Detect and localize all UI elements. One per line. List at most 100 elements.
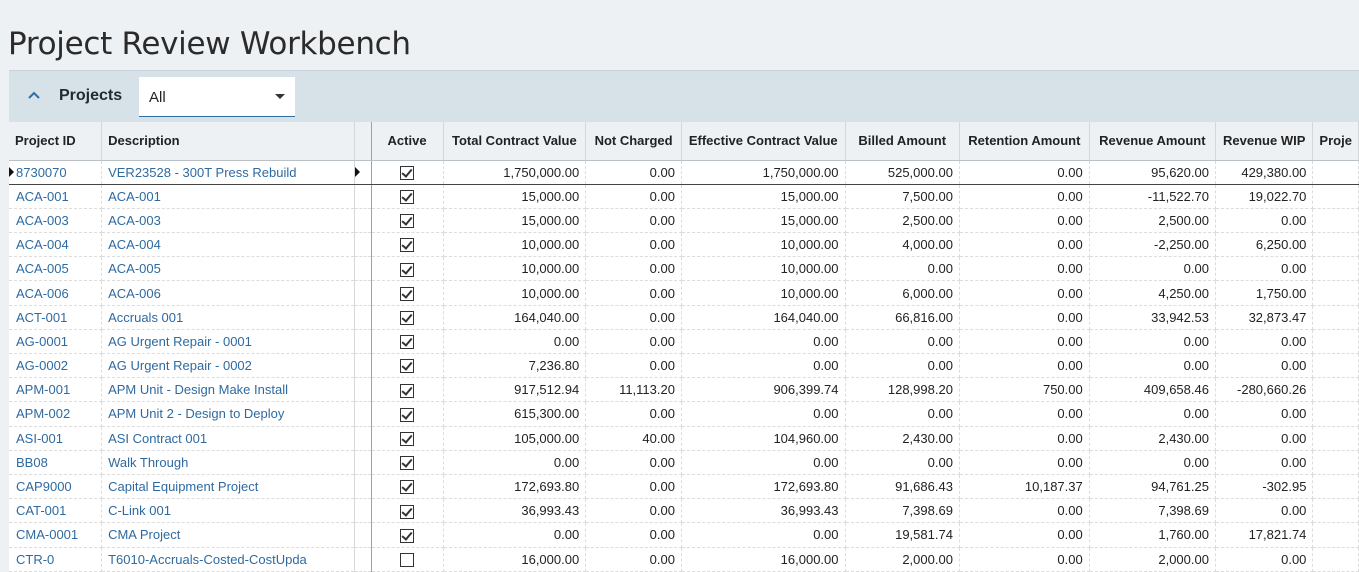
col-header-total-contract-value[interactable]: Total Contract Value <box>443 122 587 161</box>
project-filter-select[interactable]: All <box>139 77 295 117</box>
active-cell <box>371 426 444 451</box>
table-row[interactable]: ACA-005 ACA-005 10,000.00 0.00 10,000.00 0.00… <box>9 256 1359 282</box>
table-row[interactable]: CAP9000 Capital Equipment Project 172,693.… <box>9 474 1359 500</box>
retention-amount-cell: 0.00 <box>959 498 1090 524</box>
frozen-separator-cell <box>353 474 372 500</box>
total-contract-value-cell: 0.00 <box>443 450 587 475</box>
active-checkbox[interactable] <box>400 311 415 325</box>
active-checkbox[interactable] <box>400 286 415 301</box>
project-id-link[interactable]: ACA-001 <box>9 184 103 209</box>
table-row[interactable]: 8730070 VER23528 - 300T Press Rebuild 1,75… <box>9 159 1359 185</box>
project-id-link[interactable]: AG-0001 <box>9 329 103 355</box>
table-row[interactable]: BB08 Walk Through 0.00 0.00 0.00 0.00 0.00 0.00… <box>9 450 1359 475</box>
revenue-amount-cell: 0.00 <box>1089 401 1216 427</box>
total-contract-value-cell: 0.00 <box>443 329 587 355</box>
description-link[interactable]: ACA-005 <box>101 256 355 282</box>
project-id-link[interactable]: 8730070 <box>9 159 103 185</box>
active-checkbox[interactable] <box>400 552 415 567</box>
not-charged-cell: 0.00 <box>585 450 682 475</box>
table-row[interactable]: ACT-001 Accruals 001 164,040.00 0.00 164,040… <box>9 305 1359 330</box>
table-row[interactable]: APM-002 APM Unit 2 - Design to Deploy 615,… <box>9 401 1359 427</box>
proje-cell <box>1312 184 1359 209</box>
project-id-link[interactable]: ASI-001 <box>9 426 103 451</box>
frozen-separator-cell <box>353 426 372 451</box>
col-header-revenue-wip[interactable]: Revenue WIP <box>1215 122 1314 161</box>
col-header-active[interactable]: Active <box>371 122 444 161</box>
col-header-project-id[interactable]: Project ID <box>9 122 103 161</box>
table-row[interactable]: ACA-001 ACA-001 15,000.00 0.00 15,000.00 7,50… <box>9 184 1359 209</box>
project-id-link[interactable]: BB08 <box>9 450 103 475</box>
col-header-revenue-amount[interactable]: Revenue Amount <box>1089 122 1216 161</box>
caret-down-icon <box>275 94 285 99</box>
active-checkbox[interactable] <box>400 165 415 180</box>
project-id-link[interactable]: CMA-0001 <box>9 522 103 548</box>
col-header-not-charged[interactable]: Not Charged <box>585 122 682 161</box>
active-checkbox[interactable] <box>400 214 415 229</box>
description-link[interactable]: VER23528 - 300T Press Rebuild <box>101 159 355 185</box>
col-header-effective-contract-value[interactable]: Effective Contract Value <box>681 122 846 161</box>
active-checkbox[interactable] <box>400 407 415 422</box>
effective-contract-value-cell: 0.00 <box>681 522 846 548</box>
description-link[interactable]: C-Link 001 <box>101 498 355 524</box>
active-cell <box>371 280 444 306</box>
col-header-retention-amount[interactable]: Retention Amount <box>959 122 1090 161</box>
table-row[interactable]: ASI-001 ASI Contract 001 105,000.00 40.00 10… <box>9 426 1359 451</box>
description-link[interactable]: ACA-003 <box>101 208 355 234</box>
active-cell <box>371 401 444 427</box>
description-link[interactable]: AG Urgent Repair - 0002 <box>101 353 355 379</box>
active-checkbox[interactable] <box>400 359 415 374</box>
description-link[interactable]: ACA-001 <box>101 184 355 209</box>
active-checkbox[interactable] <box>400 383 415 398</box>
project-id-link[interactable]: ACA-006 <box>9 280 103 306</box>
table-row[interactable]: ACA-003 ACA-003 15,000.00 0.00 15,000.00 2,50… <box>9 208 1359 234</box>
description-link[interactable]: ACA-004 <box>101 232 355 258</box>
active-checkbox[interactable] <box>400 238 415 253</box>
description-link[interactable]: T6010-Accruals-Costed-CostUpda <box>101 547 355 572</box>
description-link[interactable]: Accruals 001 <box>101 305 355 330</box>
active-checkbox[interactable] <box>400 262 415 277</box>
frozen-column-separator[interactable] <box>353 122 372 161</box>
table-row[interactable]: ACA-006 ACA-006 10,000.00 0.00 10,000.00 6,00… <box>9 280 1359 306</box>
description-link[interactable]: APM Unit 2 - Design to Deploy <box>101 401 355 427</box>
project-id-link[interactable]: CAT-001 <box>9 498 103 524</box>
table-row[interactable]: CTR-0 T6010-Accruals-Costed-CostUpda 16,00… <box>9 547 1359 572</box>
description-link[interactable]: AG Urgent Repair - 0001 <box>101 329 355 355</box>
revenue-amount-cell: 94,761.25 <box>1089 474 1216 500</box>
project-id-link[interactable]: ACA-003 <box>9 208 103 234</box>
active-checkbox[interactable] <box>400 431 415 446</box>
description-link[interactable]: Capital Equipment Project <box>101 474 355 500</box>
retention-amount-cell: 0.00 <box>959 450 1090 475</box>
col-header-billed-amount[interactable]: Billed Amount <box>845 122 960 161</box>
description-link[interactable]: ASI Contract 001 <box>101 426 355 451</box>
not-charged-cell: 0.00 <box>585 353 682 379</box>
col-header-description[interactable]: Description <box>101 122 355 161</box>
table-row[interactable]: AG-0002 AG Urgent Repair - 0002 7,236.80 0.… <box>9 353 1359 379</box>
project-id-link[interactable]: APM-001 <box>9 377 103 403</box>
description-link[interactable]: ACA-006 <box>101 280 355 306</box>
active-checkbox[interactable] <box>400 335 415 350</box>
revenue-amount-cell: 7,398.69 <box>1089 498 1216 524</box>
project-id-link[interactable]: APM-002 <box>9 401 103 427</box>
active-checkbox[interactable] <box>400 528 415 543</box>
project-id-link[interactable]: AG-0002 <box>9 353 103 379</box>
col-header-proje[interactable]: Proje <box>1312 122 1359 161</box>
table-row[interactable]: APM-001 APM Unit - Design Make Install 917… <box>9 377 1359 403</box>
description-link[interactable]: CMA Project <box>101 522 355 548</box>
active-checkbox[interactable] <box>400 504 415 519</box>
proje-cell <box>1312 401 1359 427</box>
project-id-link[interactable]: CTR-0 <box>9 547 103 572</box>
project-id-link[interactable]: ACA-004 <box>9 232 103 258</box>
project-id-link[interactable]: CAP9000 <box>9 474 103 500</box>
active-checkbox[interactable] <box>400 456 415 471</box>
collapse-chevron-icon[interactable] <box>23 85 45 107</box>
active-checkbox[interactable] <box>400 480 415 495</box>
table-row[interactable]: CMA-0001 CMA Project 0.00 0.00 0.00 19,581.74… <box>9 522 1359 548</box>
table-row[interactable]: AG-0001 AG Urgent Repair - 0001 0.00 0.00 0.… <box>9 329 1359 355</box>
project-id-link[interactable]: ACT-001 <box>9 305 103 330</box>
active-checkbox[interactable] <box>400 190 415 205</box>
description-link[interactable]: APM Unit - Design Make Install <box>101 377 355 403</box>
table-row[interactable]: CAT-001 C-Link 001 36,993.43 0.00 36,993.43 7… <box>9 498 1359 524</box>
description-link[interactable]: Walk Through <box>101 450 355 475</box>
table-row[interactable]: ACA-004 ACA-004 10,000.00 0.00 10,000.00 4,00… <box>9 232 1359 258</box>
project-id-link[interactable]: ACA-005 <box>9 256 103 282</box>
